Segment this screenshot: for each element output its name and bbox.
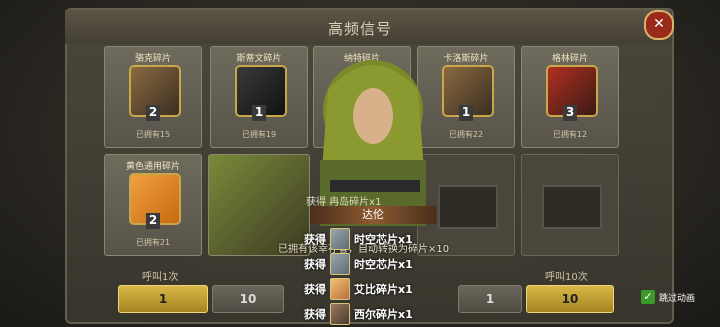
reward-item: 西尔碎片x1 [354, 308, 413, 321]
owned-count: 已拥有19 [241, 130, 277, 139]
call-ten-button-right[interactable]: 10 [526, 285, 614, 313]
page-title: 高频信号 [327, 20, 392, 38]
reward-item: 艾比碎片x1 [354, 283, 413, 296]
avatar-icon [330, 303, 350, 325]
chip-icon [330, 253, 350, 275]
call-once-value: 1 [158, 292, 168, 306]
hero-name-banner: 达伦 [310, 206, 436, 224]
call-once-button-right[interactable]: 1 [458, 285, 522, 313]
fragment-card[interactable]: 黄色通用碎片 2 已拥有21 [104, 154, 202, 256]
call-ten-button[interactable]: 10 [212, 285, 284, 313]
owned-count: 已拥有12 [552, 130, 588, 139]
checkbox-icon[interactable]: ✓ [641, 290, 655, 304]
card-name: 骆克碎片 [134, 54, 171, 64]
reward-line: 获得 时空芯片x1 [304, 253, 413, 275]
call-ten-label: 呼叫10次 [545, 272, 588, 283]
reward-line: 获得 时空芯片x1 [304, 228, 413, 250]
chest-icon [542, 185, 602, 229]
card-name: 格林碎片 [551, 54, 588, 64]
fragment-card[interactable]: 格林碎片 3 已拥有12 [521, 46, 619, 148]
chest-slot [521, 154, 619, 256]
reward-item: 时空芯片x1 [354, 258, 413, 271]
fragment-card[interactable]: 骆克碎片 2 已拥有15 [104, 46, 202, 148]
count-badge: 2 [146, 105, 160, 121]
count-badge: 1 [252, 105, 266, 121]
fragment-card[interactable]: 斯蒂文碎片 1 已拥有19 [210, 46, 308, 148]
call-once-value-right: 1 [485, 292, 495, 306]
call-ten-value: 10 [239, 292, 257, 306]
call-once-label: 呼叫1次 [142, 272, 179, 283]
close-button[interactable]: ✕ [644, 10, 674, 40]
reward-label: 获得 [304, 308, 326, 321]
reward-label: 获得 [304, 283, 326, 296]
owned-count: 已拥有15 [135, 130, 171, 139]
reward-label: 获得 [304, 258, 326, 271]
card-name: 斯蒂文碎片 [236, 54, 282, 64]
close-icon: ✕ [653, 16, 665, 32]
chest-icon [438, 185, 498, 229]
count-badge: 1 [459, 105, 473, 121]
avatar-icon [330, 278, 350, 300]
count-badge: 2 [146, 213, 160, 229]
reward-item: 时空芯片x1 [354, 233, 413, 246]
skip-label: 跳过动画 [659, 293, 696, 304]
reward-line: 获得 艾比碎片x1 [304, 278, 413, 300]
skip-animation-toggle[interactable]: ✓ 跳过动画 [641, 290, 695, 304]
card-name: 黄色通用碎片 [125, 162, 180, 172]
reward-line: 获得 西尔碎片x1 [304, 303, 413, 325]
owned-count: 已拥有21 [135, 238, 171, 247]
count-badge: 3 [563, 105, 577, 121]
reward-label: 获得 [304, 233, 326, 246]
chip-icon [330, 228, 350, 250]
call-ten-value-right: 10 [561, 292, 579, 306]
call-once-button[interactable]: 1 [118, 285, 208, 313]
